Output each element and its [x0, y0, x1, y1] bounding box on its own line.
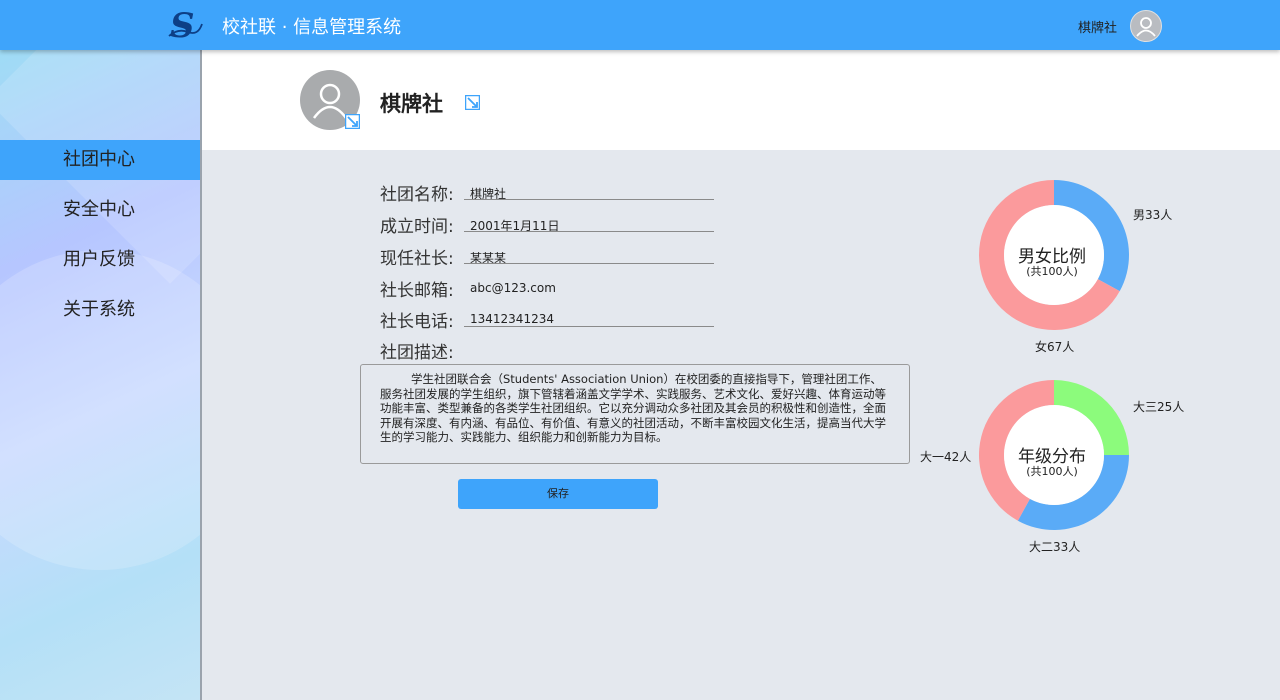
- user-avatar[interactable]: [1130, 10, 1162, 42]
- chart-data-label: 大一42人: [920, 450, 972, 464]
- profile-header: 棋牌社: [202, 50, 1280, 150]
- chart-data-label: 大二33人: [1029, 540, 1081, 554]
- president-label: 现任社长:: [380, 249, 454, 269]
- edit-icon[interactable]: [345, 114, 360, 129]
- description-label: 社团描述:: [380, 343, 454, 363]
- chart-subtitle: (共100人): [1026, 265, 1078, 278]
- description-textarea[interactable]: 学生社团联合会（Students' Association Union）在校团委…: [360, 364, 910, 464]
- app-title: 校社联 · 信息管理系统: [222, 17, 402, 38]
- chart-subtitle: (共100人): [1026, 465, 1078, 478]
- field-underline: [464, 263, 714, 264]
- phone-label: 社长电话:: [380, 312, 454, 332]
- chart-data-label: 女67人: [1035, 340, 1075, 354]
- sidebar-item-about[interactable]: 关于系统: [0, 290, 200, 330]
- sidebar-item-security-center[interactable]: 安全中心: [0, 190, 200, 230]
- club-name-label: 社团名称:: [380, 185, 454, 205]
- field-underline: [464, 199, 714, 200]
- chart-data-label: 男33人: [1133, 208, 1173, 222]
- sidebar-item-feedback[interactable]: 用户反馈: [0, 240, 200, 280]
- user-name[interactable]: 棋牌社: [1078, 17, 1117, 36]
- sidebar-item-club-center[interactable]: 社团中心: [0, 140, 200, 180]
- edit-icon[interactable]: [465, 95, 480, 110]
- chart-data-label: 大三25人: [1133, 400, 1185, 414]
- field-underline: [464, 231, 714, 232]
- club-title: 棋牌社: [380, 92, 443, 116]
- logo-icon: S: [168, 6, 203, 44]
- save-button[interactable]: 保存: [458, 479, 658, 509]
- svg-text:S: S: [170, 6, 195, 44]
- top-header: S 校社联 · 信息管理系统 棋牌社: [0, 0, 1280, 50]
- email-field[interactable]: abc@123.com: [470, 281, 556, 295]
- founded-label: 成立时间:: [380, 217, 454, 237]
- field-underline: [464, 326, 714, 327]
- email-label: 社长邮箱:: [380, 281, 454, 301]
- phone-field[interactable]: 13412341234: [470, 312, 554, 326]
- user-icon: [1136, 17, 1156, 37]
- sidebar: 社团中心 安全中心 用户反馈 关于系统: [0, 50, 202, 700]
